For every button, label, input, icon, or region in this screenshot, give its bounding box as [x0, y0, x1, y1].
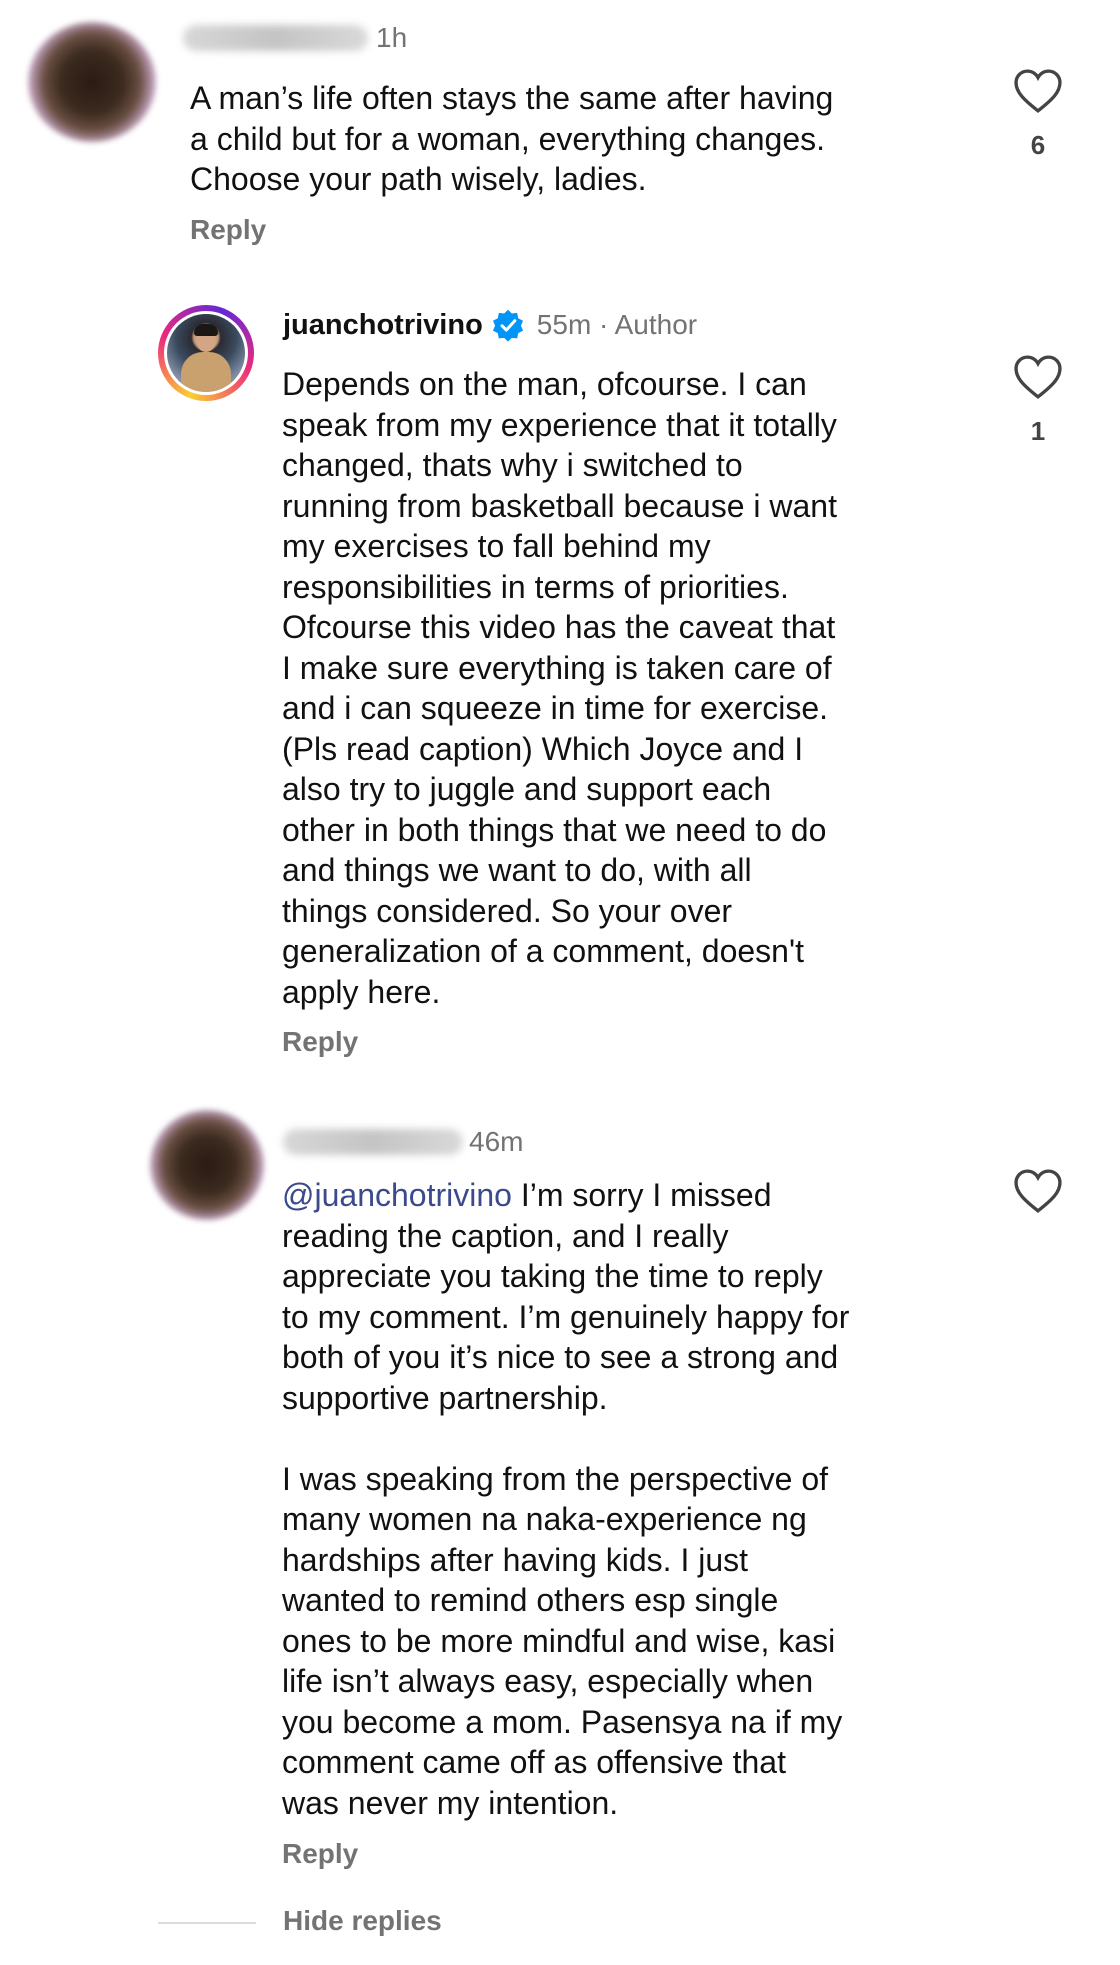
comment-header: 1h [183, 22, 407, 54]
mention-link[interactable]: @juanchotrivino [282, 1177, 512, 1213]
avatar[interactable] [150, 1110, 264, 1220]
comment-text: A man’s life often stays the same after … [190, 80, 834, 197]
hide-replies-button[interactable]: Hide replies [283, 1905, 442, 1937]
comment-time-author: 55m · Author [536, 309, 698, 340]
heart-icon[interactable] [1012, 354, 1064, 400]
heart-icon[interactable] [1012, 1168, 1064, 1214]
comment-time: 1h [376, 22, 408, 53]
like-count: 1 [1030, 416, 1046, 446]
comment-text: @juanchotrivino I’m sorry I missed readi… [282, 1175, 849, 1823]
comment-text: Depends on the man, ofcourse. I can spea… [282, 366, 837, 1010]
blurred-username[interactable] [283, 1129, 463, 1155]
avatar-border [164, 311, 248, 395]
comment-header: juanchotrivino 55m · Author [283, 308, 697, 342]
avatar[interactable] [158, 305, 254, 401]
comment-header: 46m [283, 1126, 523, 1158]
reply-button[interactable]: Reply [190, 214, 266, 246]
avatar[interactable] [28, 22, 156, 142]
verified-badge-icon [492, 309, 523, 342]
profile-photo [167, 314, 245, 392]
reply-button[interactable]: Reply [282, 1838, 358, 1870]
comment-time: 46m [469, 1126, 524, 1157]
heart-icon[interactable] [1012, 68, 1064, 114]
hide-replies-divider [158, 1922, 256, 1924]
like-count: 6 [1030, 130, 1046, 160]
blurred-username[interactable] [183, 25, 368, 51]
reply-button[interactable]: Reply [282, 1026, 358, 1058]
comment-body: I’m sorry I missed reading the caption, … [282, 1177, 850, 1821]
username-link[interactable]: juanchotrivino [283, 309, 483, 342]
